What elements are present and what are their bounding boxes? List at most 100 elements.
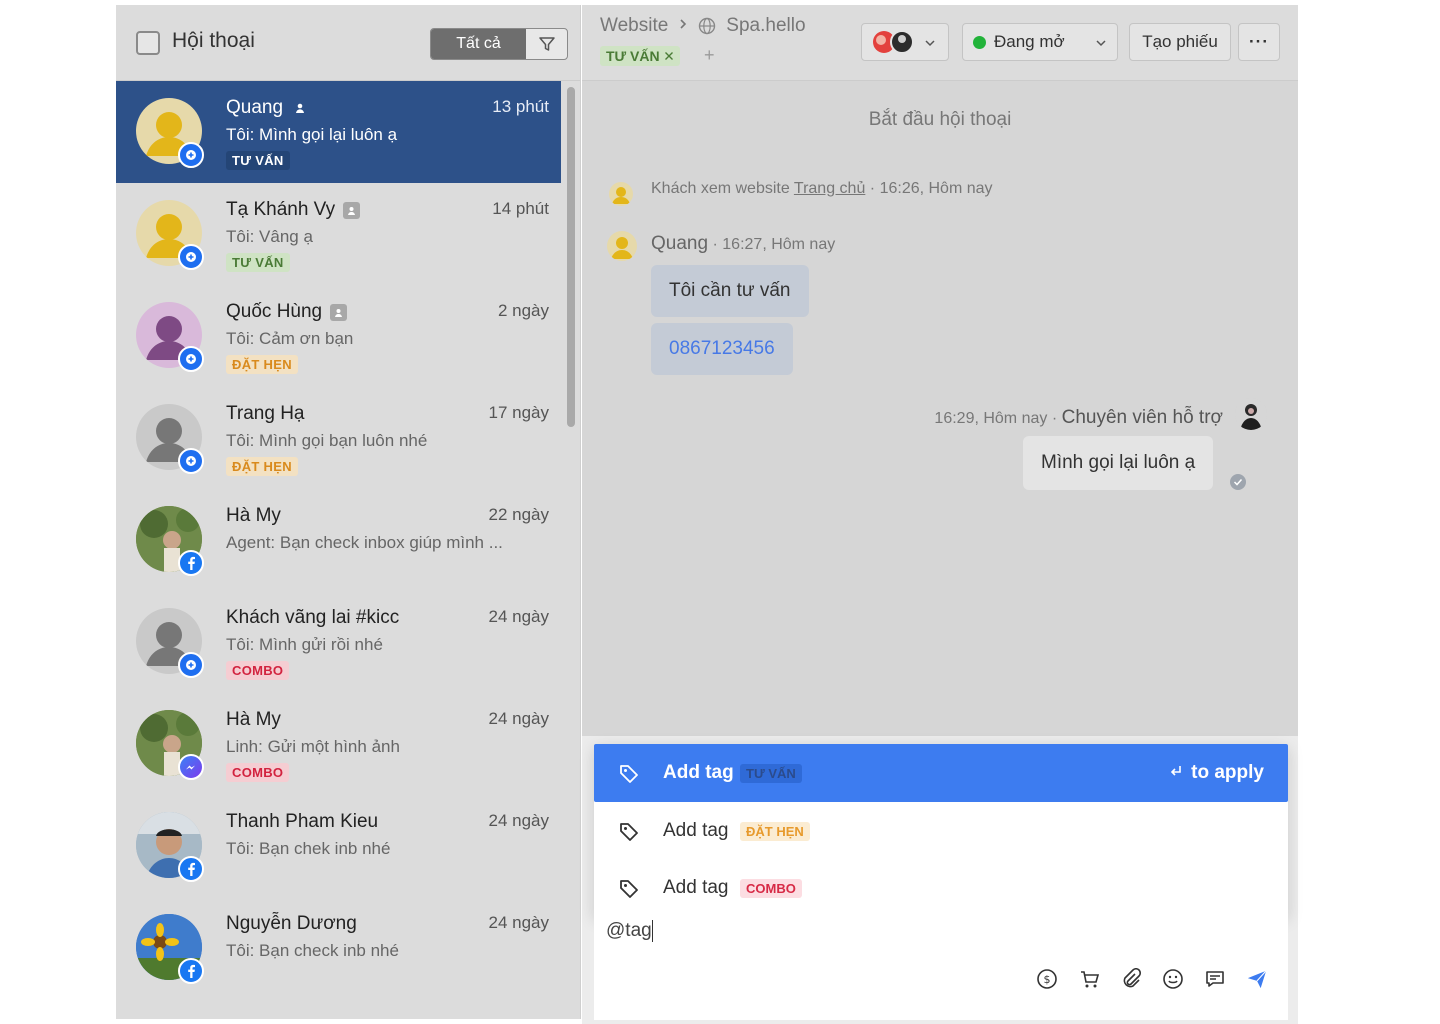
webchat-channel-icon (178, 346, 204, 372)
facebook-channel-icon (178, 550, 204, 576)
customer-message-header: Quang · 16:27, Hôm nay (651, 233, 835, 255)
conversation-preview: Tôi: Cảm ơn bạn (226, 329, 354, 348)
conversation-name: Hà My (226, 709, 281, 731)
assignee-dropdown[interactable] (861, 23, 949, 61)
agent-name: Chuyên viên hỗ trợ (1061, 407, 1223, 428)
suggestion-add-tag-combo[interactable]: Add tag COMBO (594, 859, 1288, 917)
message-area: Bắt đầu hội thoại Khách xem website Tran… (582, 81, 1298, 736)
conversation-name: Hà My (226, 505, 281, 527)
enter-key-icon (1169, 762, 1183, 784)
conversation-time: 13 phút (492, 97, 549, 116)
conversation-tag-chip: TƯ VẤN (600, 46, 680, 66)
attachment-icon[interactable] (1120, 968, 1142, 990)
globe-icon (698, 17, 716, 35)
chat-panel: Website Spa.hello TƯ VẤN + Đang mở Tạo p… (582, 5, 1298, 1024)
text-caret (651, 920, 653, 942)
tag-icon (618, 878, 640, 900)
suggestion-label: Add tag (663, 820, 729, 841)
breadcrumb-site[interactable]: Spa.hello (726, 15, 805, 37)
conversation-item[interactable]: Quang 13 phút Tôi: Mình gọi lại luôn ạ T… (116, 81, 561, 183)
conversation-time: 17 ngày (488, 403, 550, 422)
suggestion-add-tag-dathen[interactable]: Add tag ĐẶT HẸN (594, 802, 1288, 860)
emoji-icon[interactable] (1162, 968, 1184, 990)
contact-icon (291, 100, 308, 117)
conversation-list-scrollbar[interactable] (567, 87, 575, 427)
composer: Add tag TƯ VẤN to apply Add tag ĐẶT HẸN … (582, 736, 1298, 1024)
conversation-tag: COMBO (226, 661, 290, 680)
app-window: Hội thoại Tất cả Quang 13 phút Tôi: Mình… (116, 5, 1298, 1024)
close-icon[interactable] (664, 48, 674, 64)
payment-icon[interactable]: $ (1036, 968, 1058, 990)
read-receipt-icon (1230, 474, 1246, 490)
filter-button[interactable] (526, 29, 567, 59)
message-input-text[interactable]: @tag (606, 920, 653, 942)
cart-icon[interactable] (1078, 968, 1100, 990)
visit-text: Khách xem website (651, 180, 790, 197)
quick-reply-icon[interactable] (1204, 968, 1226, 990)
conversation-time: 14 phút (492, 199, 549, 218)
status-dropdown[interactable]: Đang mở (962, 23, 1118, 61)
contact-name: Quốc Hùng (226, 301, 323, 322)
contact-name: Nguyễn Dương (226, 913, 357, 934)
conversation-tag: TƯ VẤN (226, 253, 290, 272)
agent-message-header: 16:29, Hôm nay · Chuyên viên hỗ trợ (934, 407, 1223, 429)
conversation-preview: Tôi: Mình gửi rồi nhé (226, 635, 383, 654)
conversation-name: Nguyễn Dương (226, 913, 357, 935)
chevron-right-icon (678, 17, 688, 35)
add-tag-icon[interactable]: + (704, 45, 715, 66)
filter-icon (538, 37, 555, 51)
webchat-channel-icon (178, 142, 204, 168)
chevron-down-icon (924, 32, 936, 52)
conversation-time: 2 ngày (497, 301, 549, 320)
apply-hint: to apply (1169, 762, 1264, 784)
conversation-start-label: Bắt đầu hội thoại (868, 109, 1012, 130)
webchat-channel-icon (178, 244, 204, 270)
conversation-item[interactable]: Thanh Pham Kieu 24 ngày Tôi: Bạn chek in… (116, 795, 561, 897)
create-ticket-button[interactable]: Tạo phiếu (1129, 23, 1231, 61)
conversation-item[interactable]: Khách vãng lai #kicc 24 ngày Tôi: Mình g… (116, 591, 561, 693)
conversation-tag: COMBO (226, 763, 290, 782)
svg-text:$: $ (1044, 973, 1051, 986)
message-input[interactable]: @tag $ (594, 910, 1288, 1020)
facebook-channel-icon (178, 958, 204, 984)
status-label: Đang mở (994, 32, 1065, 51)
suggestion-add-tag-tuvan[interactable]: Add tag TƯ VẤN to apply (594, 744, 1288, 802)
customer-name: Quang (651, 233, 709, 254)
agent-avatar (1235, 398, 1267, 430)
customer-avatar (609, 182, 633, 206)
contact-card-icon (343, 201, 361, 219)
visit-page-link[interactable]: Trang chủ (794, 180, 865, 197)
suggestion-label: Add tag (663, 762, 734, 783)
breadcrumb: Website Spa.hello (600, 15, 806, 37)
conversation-name: Trang Hạ (226, 403, 305, 425)
conversation-item[interactable]: Tạ Khánh Vy 14 phút Tôi: Vâng ạ TƯ VẤN (116, 183, 561, 285)
assignee-avatars (872, 30, 916, 54)
webchat-channel-icon (178, 652, 204, 678)
conversation-name: Tạ Khánh Vy (226, 199, 361, 221)
conversation-tag: ĐẶT HẸN (226, 355, 298, 374)
contact-name: Hà My (226, 505, 281, 526)
customer-message-bubble: Tôi cần tư vấn (651, 265, 809, 317)
contact-name: Trang Hạ (226, 403, 305, 424)
select-all-checkbox[interactable] (136, 31, 160, 55)
breadcrumb-source[interactable]: Website (600, 15, 668, 37)
send-icon[interactable] (1246, 968, 1268, 990)
conversation-tag: ĐẶT HẸN (226, 457, 298, 476)
filter-all-button[interactable]: Tất cả (431, 29, 526, 59)
conversation-name: Quốc Hùng (226, 301, 348, 323)
conversation-item[interactable]: Hà My 22 ngày Agent: Bạn check inbox giú… (116, 489, 561, 591)
phone-number-link[interactable]: 0867123456 (651, 323, 793, 375)
contact-name: Tạ Khánh Vy (226, 199, 336, 220)
webchat-channel-icon (178, 448, 204, 474)
conversation-name: Quang (226, 97, 308, 119)
filter-segment: Tất cả (430, 28, 568, 60)
conversation-item[interactable]: Trang Hạ 17 ngày Tôi: Mình gọi bạn luôn … (116, 387, 561, 489)
contact-name: Quang (226, 97, 284, 118)
suggestion-tag: ĐẶT HẸN (740, 821, 810, 841)
panel-title: Hội thoại (172, 29, 255, 52)
more-options-button[interactable]: ··· (1238, 23, 1280, 61)
conversation-item[interactable]: Hà My 24 ngày Linh: Gửi một hình ảnh COM… (116, 693, 561, 795)
conversation-panel-header: Hội thoại Tất cả (116, 5, 580, 81)
conversation-item[interactable]: Quốc Hùng 2 ngày Tôi: Cảm ơn bạn ĐẶT HẸN (116, 285, 561, 387)
conversation-item[interactable]: Nguyễn Dương 24 ngày Tôi: Bạn check inb … (116, 897, 561, 999)
